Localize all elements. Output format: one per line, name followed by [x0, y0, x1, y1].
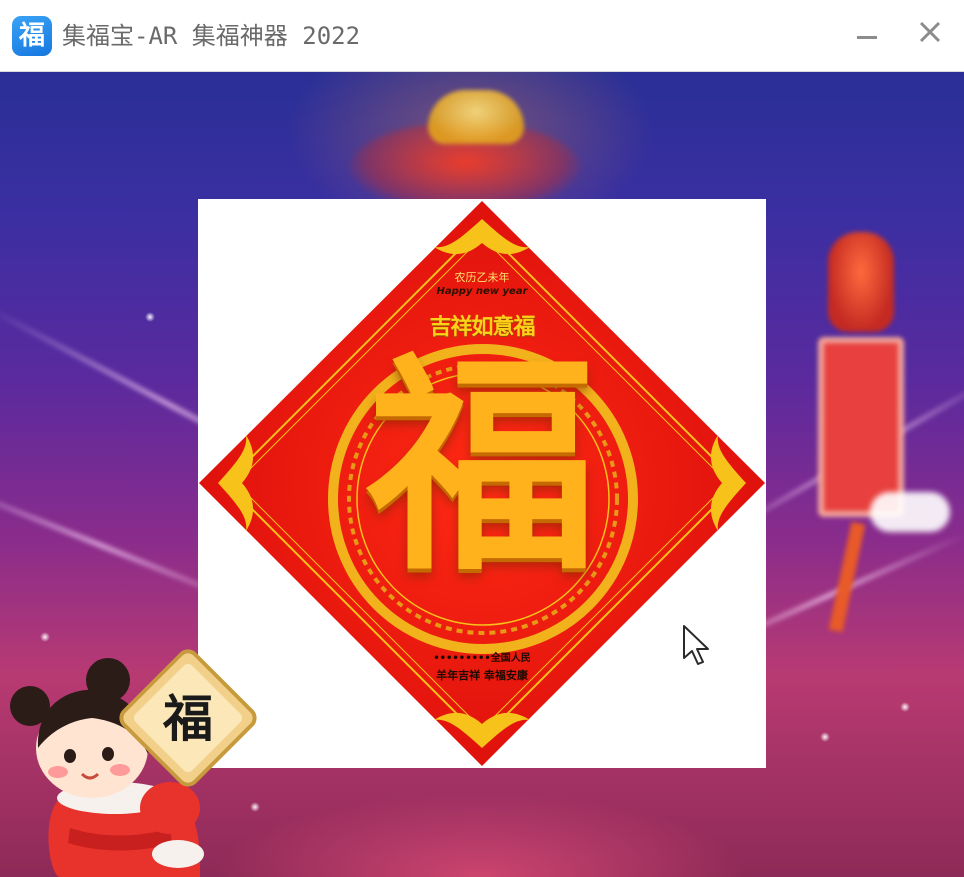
close-button[interactable]	[910, 16, 950, 50]
sparkle	[145, 312, 155, 322]
blessing-text: 羊年吉祥 幸福安康	[436, 669, 528, 682]
dots-line-text: •••••••••全国人民	[433, 653, 531, 664]
scanned-fu-card: 农历乙未年 Happy new year 吉祥如意福 福 •••••••••全国…	[198, 199, 766, 768]
minimize-button[interactable]	[847, 16, 887, 50]
title-bar[interactable]: 福 集福宝-AR 集福神器 2022	[0, 0, 964, 72]
mouse-cursor-icon	[683, 625, 709, 665]
ar-scene: 农历乙未年 Happy new year 吉祥如意福 福 •••••••••全国…	[0, 72, 964, 877]
close-icon	[919, 21, 941, 43]
plaque-fu-character: 福	[163, 689, 213, 748]
sparkle	[900, 702, 910, 712]
app-window: 福 集福宝-AR 集福神器 2022 农历乙未年 Happy new year …	[0, 0, 964, 877]
fu-character: 福	[366, 332, 597, 602]
mascot-girl: 福	[0, 649, 270, 877]
minimize-icon	[857, 36, 877, 39]
cloud-icon	[870, 492, 950, 532]
gold-ingot-icon	[428, 90, 524, 144]
happy-new-year-text: Happy new year	[436, 286, 528, 297]
lunar-year-text: 农历乙未年	[454, 271, 510, 284]
hanging-lantern-icon	[818, 232, 904, 633]
app-logo-glyph: 福	[18, 21, 45, 51]
sparkle	[40, 632, 50, 642]
fu-app-icon: 福	[12, 16, 52, 56]
window-title: 集福宝-AR 集福神器 2022	[62, 22, 361, 50]
sparkle	[820, 732, 830, 742]
lantern-cap	[828, 232, 894, 332]
lantern-panel	[818, 337, 904, 517]
